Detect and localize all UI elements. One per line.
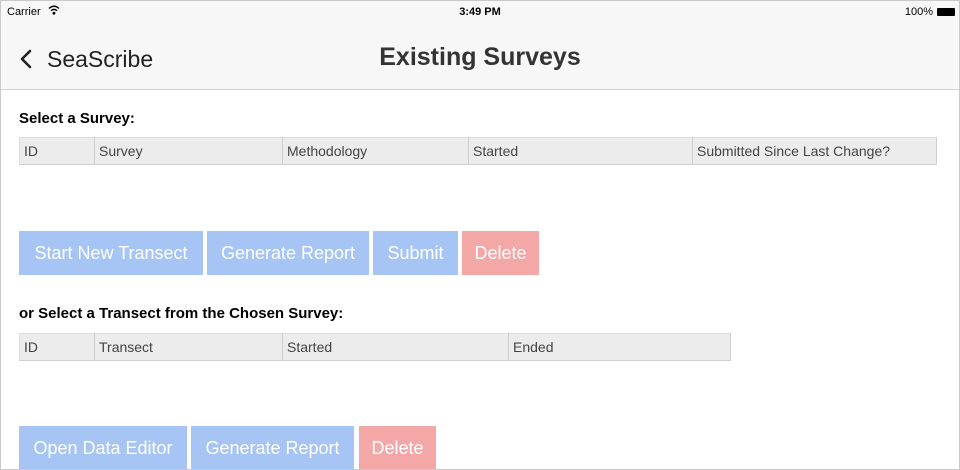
- survey-column-id[interactable]: ID: [19, 137, 95, 165]
- start-new-transect-button[interactable]: Start New Transect: [19, 231, 203, 275]
- survey-column-survey[interactable]: Survey: [94, 137, 283, 165]
- page-title: Existing Surveys: [379, 43, 581, 71]
- transect-table-header: ID Transect Started Ended: [19, 333, 731, 361]
- transect-column-transect[interactable]: Transect: [94, 333, 283, 361]
- survey-table-header: ID Survey Methodology Started Submitted …: [19, 137, 937, 165]
- open-data-editor-button[interactable]: Open Data Editor: [19, 426, 187, 469]
- status-bar: Carrier 3:49 PM 100%: [1, 1, 959, 23]
- battery-icon: [937, 8, 955, 16]
- submit-button[interactable]: Submit: [373, 231, 458, 275]
- transect-column-ended[interactable]: Ended: [508, 333, 731, 361]
- survey-column-started[interactable]: Started: [468, 137, 693, 165]
- delete-transect-button[interactable]: Delete: [359, 426, 436, 469]
- app-window: Carrier 3:49 PM 100% SeaScribe Existing …: [0, 0, 960, 470]
- delete-survey-button[interactable]: Delete: [462, 231, 539, 275]
- generate-survey-report-button[interactable]: Generate Report: [207, 231, 369, 275]
- transect-section-heading: or Select a Transect from the Chosen Sur…: [19, 305, 344, 322]
- transect-column-started[interactable]: Started: [282, 333, 509, 361]
- transect-column-id[interactable]: ID: [19, 333, 95, 361]
- generate-transect-report-button[interactable]: Generate Report: [191, 426, 354, 469]
- survey-section-heading: Select a Survey:: [19, 110, 135, 127]
- survey-actions: Start New Transect Generate Report Submi…: [19, 231, 939, 275]
- clock-time: 3:49 PM: [459, 6, 501, 18]
- transect-actions: Open Data Editor Generate Report Delete: [19, 426, 939, 469]
- survey-column-submitted[interactable]: Submitted Since Last Change?: [692, 137, 937, 165]
- survey-column-methodology[interactable]: Methodology: [282, 137, 469, 165]
- navigation-bar: SeaScribe Existing Surveys: [1, 23, 959, 90]
- transect-table[interactable]: ID Transect Started Ended: [19, 333, 731, 361]
- battery-percent: 100%: [904, 6, 933, 18]
- survey-table[interactable]: ID Survey Methodology Started Submitted …: [19, 137, 937, 165]
